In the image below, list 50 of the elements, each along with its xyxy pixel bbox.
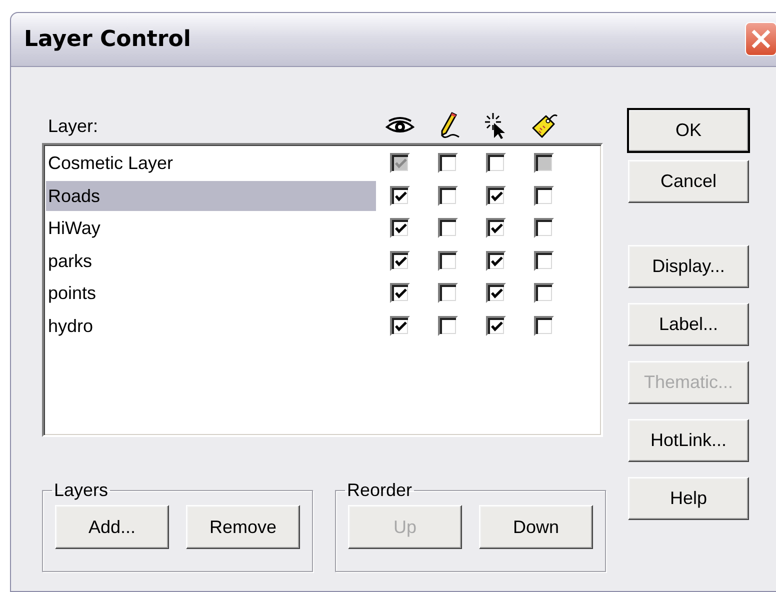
checkbox[interactable]	[390, 250, 410, 271]
checkbox[interactable]	[390, 186, 410, 206]
checkbox[interactable]	[486, 250, 506, 271]
checkmark-icon	[490, 254, 504, 269]
layer-item[interactable]: points	[46, 278, 376, 308]
group-button[interactable]: Down	[479, 505, 593, 549]
checkbox[interactable]	[438, 316, 458, 336]
group-button[interactable]: Add...	[55, 505, 169, 549]
checkbox[interactable]	[486, 316, 506, 336]
layer-item[interactable]: Roads	[46, 180, 376, 211]
dialog-button[interactable]: Help	[628, 477, 749, 520]
checkbox[interactable]	[438, 218, 458, 238]
checkmark-icon	[394, 320, 408, 334]
checkbox[interactable]	[486, 283, 506, 304]
checkbox[interactable]	[390, 283, 410, 304]
checkbox[interactable]	[438, 250, 458, 271]
checkbox[interactable]	[534, 250, 554, 271]
checkbox[interactable]	[438, 283, 458, 304]
list-label: Layer:	[47, 116, 100, 136]
layer-item[interactable]: Cosmetic Layer	[46, 148, 376, 178]
group-title: Layers	[53, 480, 110, 501]
checkbox[interactable]	[534, 218, 554, 238]
checkbox[interactable]	[534, 186, 554, 206]
checkbox[interactable]	[438, 186, 458, 206]
close-button[interactable]	[745, 22, 776, 56]
window-title: Layer Control	[24, 27, 191, 52]
checkbox[interactable]	[486, 218, 506, 238]
group-button[interactable]: Remove	[186, 505, 300, 549]
checkbox[interactable]	[390, 316, 410, 336]
dialog-button[interactable]: Label...	[628, 303, 749, 346]
checkbox[interactable]	[486, 153, 506, 174]
dialog-button[interactable]: Cancel	[628, 160, 749, 203]
layer-item[interactable]: parks	[46, 246, 376, 276]
tag-icon	[530, 112, 558, 140]
layer-item[interactable]: hydro	[46, 310, 376, 341]
checkmark-icon	[490, 320, 504, 334]
dialog-button[interactable]: HotLink...	[628, 419, 749, 462]
dialog-button[interactable]: OK	[628, 109, 749, 152]
layer-item[interactable]: HiWay	[46, 213, 376, 244]
checkbox[interactable]	[534, 316, 554, 336]
checkbox[interactable]	[486, 186, 506, 206]
checkmark-icon	[490, 190, 504, 204]
dialog-button[interactable]: Display...	[628, 245, 749, 288]
checkbox[interactable]	[390, 218, 410, 238]
checkmark-icon	[394, 254, 408, 269]
close-icon	[750, 28, 772, 50]
checkmark-icon	[394, 190, 408, 204]
checkbox[interactable]	[534, 283, 554, 304]
checkbox[interactable]	[438, 153, 458, 174]
group-title: Reorder	[346, 480, 414, 501]
